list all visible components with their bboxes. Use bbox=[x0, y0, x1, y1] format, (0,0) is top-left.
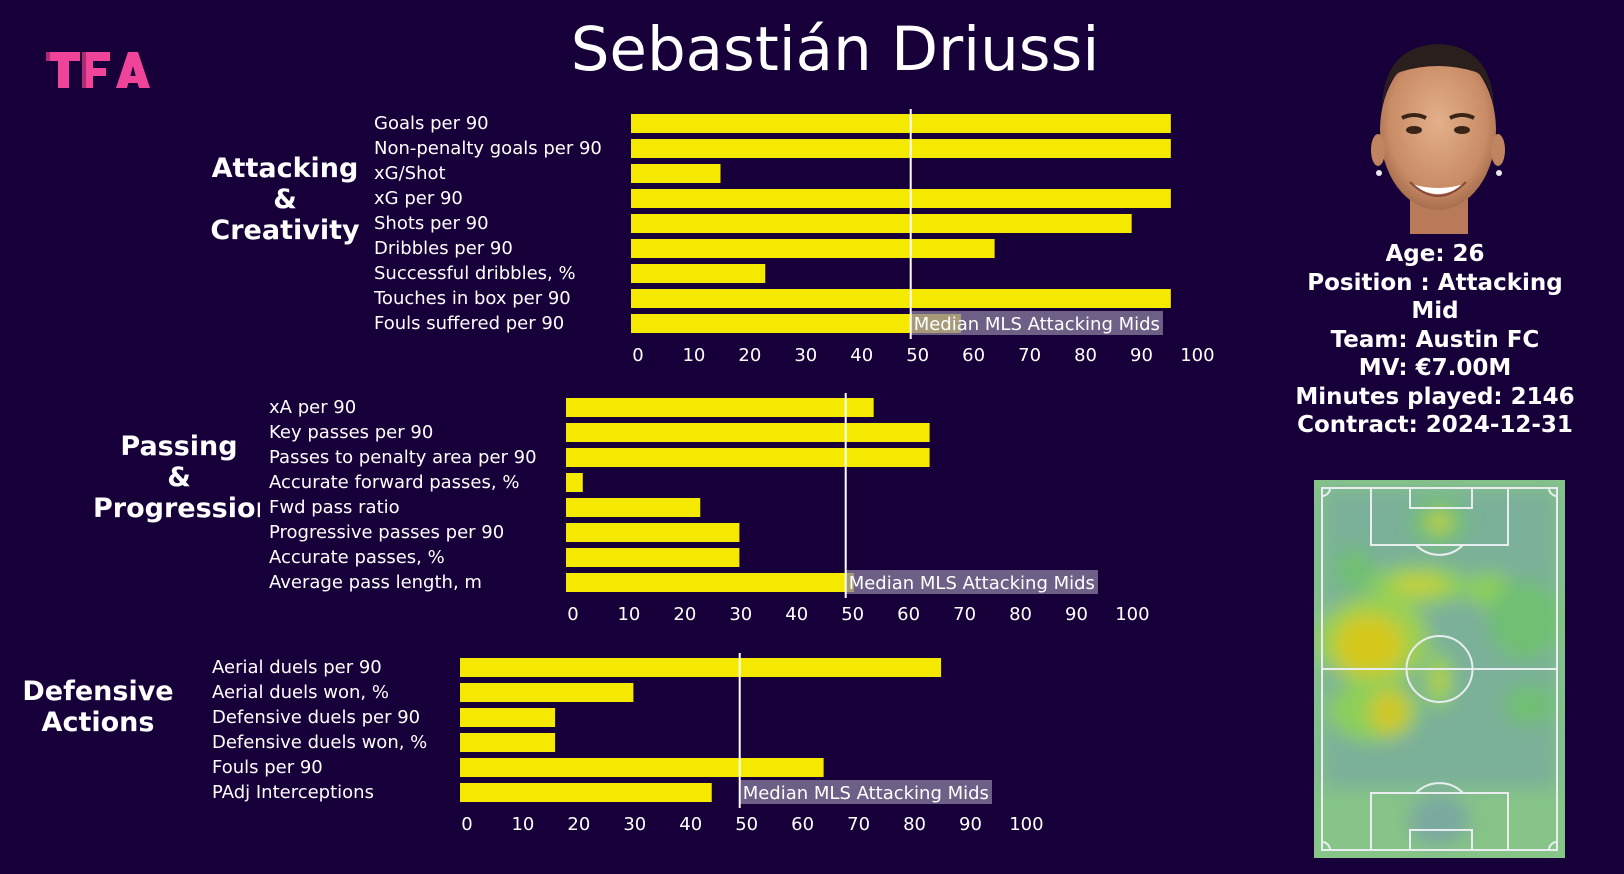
x-tick-label: 0 bbox=[632, 345, 643, 366]
team-text: Team: Austin FC bbox=[1330, 326, 1540, 353]
x-tick-label: 20 bbox=[738, 345, 761, 366]
bar bbox=[566, 473, 583, 492]
x-tick-label: 70 bbox=[953, 604, 976, 625]
player-profile: Age: 26 Position : Attacking Mid Team: A… bbox=[1270, 240, 1600, 440]
x-tick-label: 90 bbox=[959, 814, 982, 835]
bar bbox=[566, 573, 855, 592]
bar bbox=[631, 189, 1171, 208]
bar bbox=[631, 164, 721, 183]
median-label: Median MLS Attacking Mids bbox=[914, 314, 1160, 335]
x-tick-label: 0 bbox=[461, 814, 472, 835]
x-tick-label: 10 bbox=[682, 345, 705, 366]
x-tick-label: 50 bbox=[735, 814, 758, 835]
x-tick-label: 40 bbox=[785, 604, 808, 625]
x-tick-label: 10 bbox=[617, 604, 640, 625]
age-text: Age: 26 bbox=[1385, 241, 1485, 267]
bar bbox=[566, 548, 740, 567]
bar bbox=[631, 289, 1171, 308]
x-tick-label: 50 bbox=[841, 604, 864, 625]
market-value-text: MV: €7.00M bbox=[1358, 355, 1512, 381]
x-tick-label: 70 bbox=[1018, 345, 1041, 366]
median-label: Median MLS Attacking Mids bbox=[743, 783, 989, 804]
bar bbox=[566, 498, 701, 517]
bar bbox=[631, 114, 1171, 133]
x-tick-label: 100 bbox=[1115, 604, 1149, 625]
x-tick-label: 20 bbox=[567, 814, 590, 835]
x-tick-label: 90 bbox=[1130, 345, 1153, 366]
position-text: Position : Attacking bbox=[1307, 269, 1563, 296]
touch-heatmap bbox=[1314, 480, 1565, 858]
x-tick-label: 60 bbox=[962, 345, 985, 366]
passing-bar-chart: Median MLS Attacking Mids 0 10 20 30 40 50 60 70… bbox=[566, 393, 1150, 625]
x-tick-label: 30 bbox=[794, 345, 817, 366]
bar bbox=[631, 239, 995, 258]
defensive-bar-chart: Median MLS Attacking Mids 0 10 20 30 40 50 60 70… bbox=[460, 653, 1044, 835]
median-label: Median MLS Attacking Mids bbox=[849, 573, 1095, 594]
bar bbox=[566, 398, 874, 417]
x-tick-label: 100 bbox=[1009, 814, 1043, 835]
x-tick-label: 40 bbox=[850, 345, 873, 366]
bar bbox=[460, 708, 556, 727]
x-tick-label: 90 bbox=[1065, 604, 1088, 625]
bar bbox=[566, 448, 930, 467]
player-photo bbox=[1371, 44, 1505, 234]
contract-text: Contract: 2024-12-31 bbox=[1297, 412, 1573, 438]
x-tick-label: 50 bbox=[906, 345, 929, 366]
bar bbox=[631, 139, 1171, 158]
x-tick-label: 80 bbox=[1074, 345, 1097, 366]
bar bbox=[631, 264, 766, 283]
x-tick-label: 60 bbox=[897, 604, 920, 625]
x-tick-label: 100 bbox=[1180, 345, 1214, 366]
x-tick-label: 0 bbox=[567, 604, 578, 625]
attacking-bar-chart: Median MLS Attacking Mids 0 10 20 30 40 50 60 70… bbox=[631, 109, 1215, 366]
bar bbox=[460, 783, 712, 802]
bar bbox=[460, 683, 634, 702]
x-tick-label: 30 bbox=[729, 604, 752, 625]
position-text-cont: Mid bbox=[1411, 298, 1459, 324]
bar bbox=[566, 523, 740, 542]
bar bbox=[460, 733, 556, 752]
minutes-text: Minutes played: 2146 bbox=[1295, 383, 1575, 410]
x-tick-label: 10 bbox=[511, 814, 534, 835]
x-tick-label: 60 bbox=[791, 814, 814, 835]
bar bbox=[631, 214, 1132, 233]
x-tick-label: 70 bbox=[847, 814, 870, 835]
x-tick-label: 20 bbox=[673, 604, 696, 625]
x-tick-label: 40 bbox=[679, 814, 702, 835]
bar bbox=[566, 423, 930, 442]
bar bbox=[460, 658, 942, 677]
bar bbox=[460, 758, 824, 777]
x-tick-label: 80 bbox=[1009, 604, 1032, 625]
x-tick-label: 80 bbox=[903, 814, 926, 835]
x-tick-label: 30 bbox=[623, 814, 646, 835]
